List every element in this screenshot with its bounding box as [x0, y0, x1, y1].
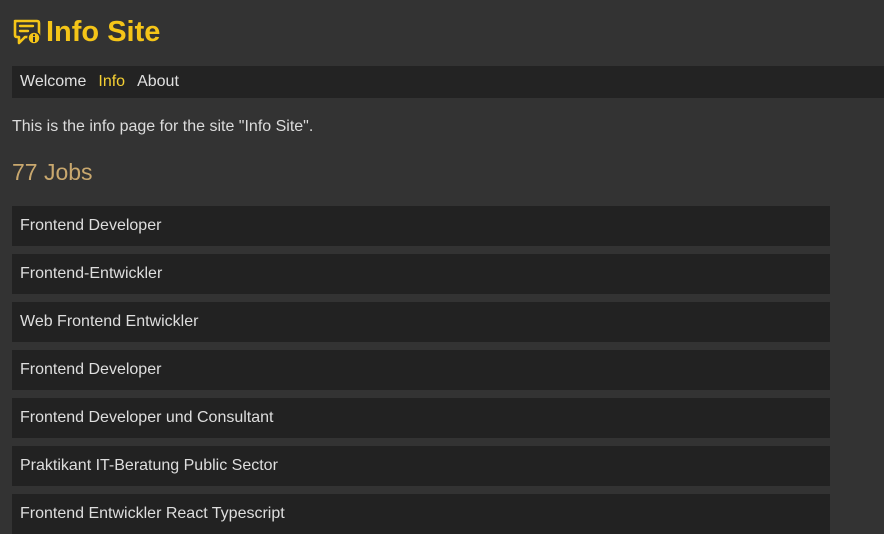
job-list-item[interactable]: Frontend Developer	[12, 206, 830, 246]
page: Info Site Welcome Info About This is the…	[0, 0, 884, 534]
job-list-item[interactable]: Web Frontend Entwickler	[12, 302, 830, 342]
jobs-heading: 77 Jobs	[12, 159, 93, 185]
job-list-item[interactable]: Frontend Developer	[12, 350, 830, 390]
job-list-item[interactable]: Frontend Entwickler React Typescript	[12, 494, 830, 534]
nav-link-welcome[interactable]: Welcome	[20, 73, 86, 91]
job-list: Frontend Developer Frontend-Entwickler W…	[12, 206, 830, 534]
nav-link-info[interactable]: Info	[98, 73, 125, 91]
site-header: Info Site	[12, 14, 160, 50]
message-info-icon	[12, 17, 42, 47]
job-list-item[interactable]: Frontend Developer und Consultant	[12, 398, 830, 438]
job-list-item[interactable]: Frontend-Entwickler	[12, 254, 830, 294]
main-nav: Welcome Info About	[12, 66, 884, 98]
nav-link-about[interactable]: About	[137, 73, 179, 91]
intro-text: This is the info page for the site "Info…	[12, 118, 314, 135]
site-title[interactable]: Info Site	[46, 14, 160, 50]
job-list-item[interactable]: Praktikant IT-Beratung Public Sector	[12, 446, 830, 486]
